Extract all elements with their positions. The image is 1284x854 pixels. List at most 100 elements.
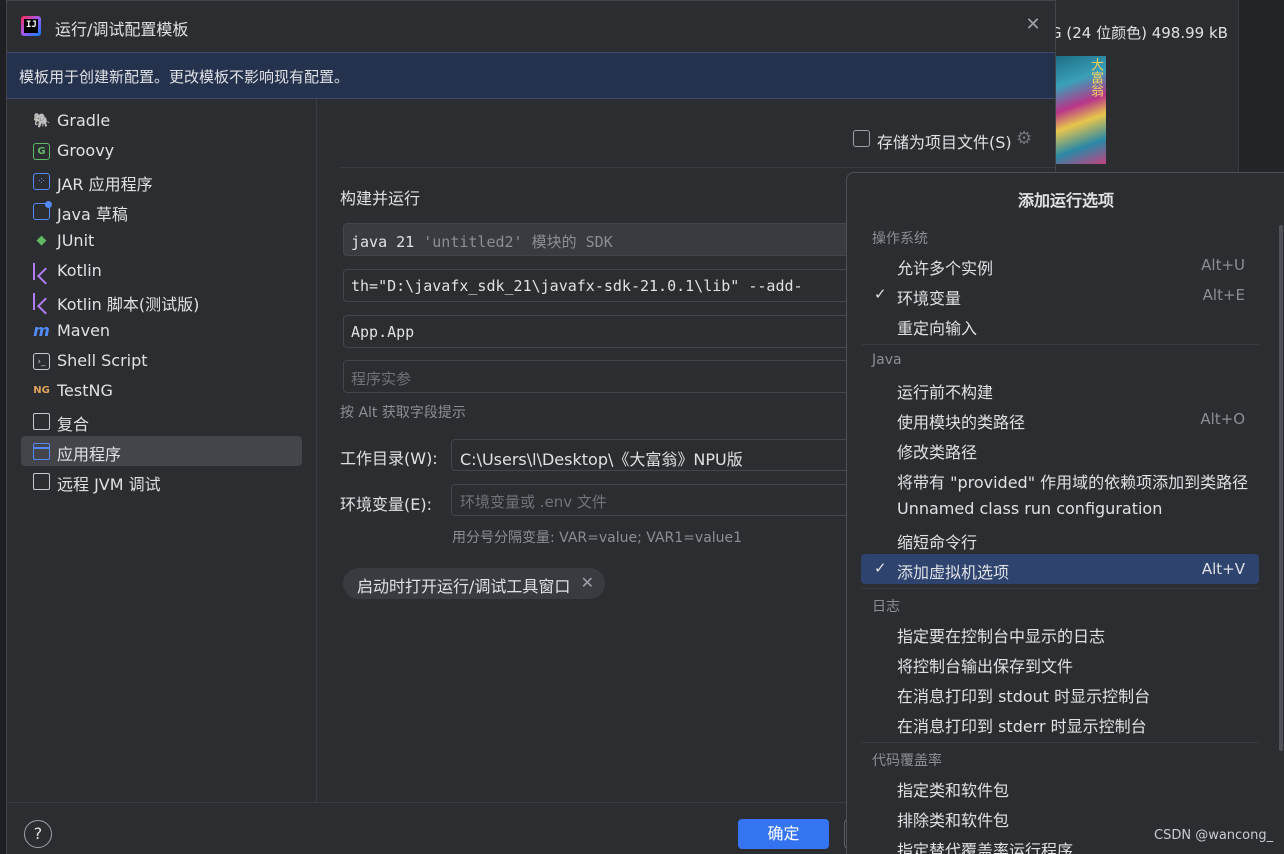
popup-separator (862, 344, 1259, 345)
testng-icon: NG (33, 385, 50, 396)
dialog-titlebar: IJ 运行/调试配置模板 ✕ (7, 1, 1055, 52)
open-tool-window-label: 启动时打开运行/调试工具窗口 (357, 577, 571, 596)
remote-jvm-icon (33, 473, 50, 490)
ok-button[interactable]: 确定 (738, 819, 829, 849)
popup-option[interactable]: 将控制台输出保存到文件 (861, 648, 1259, 678)
groovy-icon: G (33, 143, 50, 160)
popup-option-label: 允许多个实例 (897, 259, 994, 278)
environment-variables-field[interactable]: 环境变量或 .env 文件 (451, 484, 861, 516)
main-class-field[interactable]: App.App (343, 315, 863, 348)
popup-option-label: 在消息打印到 stdout 时显示控制台 (897, 687, 1151, 706)
open-tool-window-chip[interactable]: 启动时打开运行/调试工具窗口 ✕ (343, 568, 605, 599)
gear-icon[interactable]: ⚙ (1016, 128, 1032, 149)
jre-select[interactable]: java 21 'untitled2' 模块的 SDK (343, 223, 863, 256)
intellij-app-icon: IJ (21, 16, 41, 36)
popup-option[interactable]: 允许多个实例 Alt+U (861, 250, 1259, 280)
popup-group-header: 操作系统 (872, 231, 928, 247)
compound-icon (33, 413, 50, 430)
popup-option-label: 指定替代覆盖率运行程序 (897, 841, 1074, 854)
sidebar-item[interactable]: 🐘 Gradle (21, 106, 302, 136)
popup-option-label: Unnamed class run configuration (897, 499, 1163, 518)
popup-option[interactable]: ✓ 环境变量 Alt+E (861, 280, 1259, 310)
sidebar-item-label: 远程 JVM 调试 (57, 475, 161, 494)
popup-separator (862, 588, 1259, 589)
popup-group-header: 代码覆盖率 (872, 753, 942, 769)
popup-option[interactable]: 缩短命令行 (861, 524, 1259, 554)
popup-option[interactable]: ✓ 添加虚拟机选项 Alt+V (861, 554, 1259, 584)
sidebar-item[interactable]: Kotlin (21, 256, 302, 286)
field-hint: 按 Alt 获取字段提示 (340, 405, 466, 421)
popup-option-label: 添加虚拟机选项 (897, 563, 1010, 582)
sidebar-item[interactable]: ◆ JUnit (21, 226, 302, 256)
divider (340, 167, 1055, 168)
sidebar-item-label: Java 草稿 (57, 205, 128, 224)
sidebar-item-label: Gradle (57, 111, 111, 130)
popup-option[interactable]: 运行前不构建 (861, 374, 1259, 404)
popup-group-header: 日志 (872, 599, 900, 615)
popup-option-label: 将带有 "provided" 作用域的依赖项添加到类路径 (897, 473, 1249, 492)
popup-option[interactable]: 在消息打印到 stderr 时显示控制台 (861, 708, 1259, 738)
popup-scrollbar[interactable] (1279, 225, 1283, 751)
jar-icon: ⁘ (33, 173, 50, 190)
popup-option[interactable]: 指定类和软件包 (861, 772, 1259, 802)
popup-option-label: 排除类和软件包 (897, 811, 1010, 830)
background-thumbnail-text: 大富翁 (1088, 58, 1103, 97)
build-and-run-title: 构建并运行 (340, 189, 421, 208)
sidebar-item[interactable]: G Groovy (21, 136, 302, 166)
program-arguments-placeholder: 程序实参 (351, 370, 412, 388)
sidebar-item[interactable]: 远程 JVM 调试 (21, 466, 302, 496)
popup-option[interactable]: 将带有 "provided" 作用域的依赖项添加到类路径 (861, 464, 1259, 494)
sidebar-item[interactable]: Java 草稿 (21, 196, 302, 226)
popup-option-label: 在消息打印到 stderr 时显示控制台 (897, 717, 1147, 736)
sidebar-item-label: 应用程序 (57, 445, 122, 464)
popup-option-label: 指定类和软件包 (897, 781, 1010, 800)
sidebar-item[interactable]: 应用程序 (21, 436, 302, 466)
popup-option-shortcut: Alt+U (1201, 256, 1245, 274)
popup-option[interactable]: 在消息打印到 stdout 时显示控制台 (861, 678, 1259, 708)
popup-option-label: 使用模块的类路径 (897, 413, 1026, 432)
popup-option[interactable]: 使用模块的类路径 Alt+O (861, 404, 1259, 434)
store-as-project-file-label[interactable]: 存储为项目文件(S) (877, 129, 1012, 153)
close-icon[interactable]: ✕ (1023, 15, 1043, 35)
template-sidebar: 🐘 Gradle G Groovy ⁘ JAR 应用程序 Java 草稿 ◆ JUnit Kotl… (7, 99, 317, 802)
check-icon: ✓ (874, 285, 887, 303)
popup-option[interactable]: 修改类路径 (861, 434, 1259, 464)
sidebar-item-label: TestNG (57, 381, 113, 400)
popup-option-label: 修改类路径 (897, 443, 978, 462)
popup-option-label: 运行前不构建 (897, 383, 994, 402)
popup-option[interactable]: Unnamed class run configuration (861, 494, 1259, 524)
popup-option-shortcut: Alt+O (1200, 410, 1245, 428)
environment-variables-placeholder: 环境变量或 .env 文件 (460, 493, 607, 511)
store-as-project-file-checkbox[interactable] (853, 130, 870, 147)
popup-option[interactable]: 重定向输入 (861, 310, 1259, 340)
help-button[interactable]: ? (24, 820, 52, 848)
shell-icon: ›_ (33, 353, 50, 370)
sidebar-item[interactable]: ›_ Shell Script (21, 346, 302, 376)
working-directory-value: C:\Users\l\Desktop\《大富翁》NPU版 (460, 450, 743, 469)
sidebar-item-label: Maven (57, 321, 111, 340)
sidebar-item-label: Kotlin 脚本(测试版) (57, 295, 200, 314)
remove-option-icon[interactable]: ✕ (581, 573, 594, 592)
popup-option-label: 指定要在控制台中显示的日志 (897, 627, 1106, 646)
environment-variables-hint: 用分号分隔变量: VAR=value; VAR1=value1 (452, 530, 743, 546)
sidebar-item[interactable]: ⁘ JAR 应用程序 (21, 166, 302, 196)
jre-module-sdk: 'untitled2' 模块的 SDK (423, 233, 613, 251)
watermark: CSDN @wancong_ (1154, 828, 1274, 843)
sidebar-item[interactable]: Kotlin 脚本(测试版) (21, 286, 302, 316)
add-run-options-popup: 添加运行选项 操作系统 允许多个实例 Alt+U ✓ 环境变量 Alt+E 重定向输入 Jav… (846, 172, 1284, 854)
vm-options-field[interactable]: th="D:\javafx_sdk_21\javafx-sdk-21.0.1\l… (343, 269, 863, 302)
junit-icon: ◆ (36, 233, 47, 248)
kotlin-script-icon (33, 293, 50, 310)
working-directory-field[interactable]: C:\Users\l\Desktop\《大富翁》NPU版 (451, 439, 861, 471)
sidebar-item[interactable]: 复合 (21, 406, 302, 436)
sidebar-item[interactable]: m Maven (21, 316, 302, 346)
popup-title: 添加运行选项 (1017, 191, 1114, 210)
gradle-icon: 🐘 (33, 113, 51, 129)
program-arguments-field[interactable]: 程序实参 (343, 360, 863, 393)
sidebar-item-label: Kotlin (57, 261, 102, 280)
main-class-value: App.App (351, 323, 415, 341)
sidebar-item[interactable]: NG TestNG (21, 376, 302, 406)
sidebar-item-label: Groovy (57, 141, 115, 160)
popup-option[interactable]: 指定要在控制台中显示的日志 (861, 618, 1259, 648)
sidebar-item-label: JUnit (57, 231, 95, 250)
